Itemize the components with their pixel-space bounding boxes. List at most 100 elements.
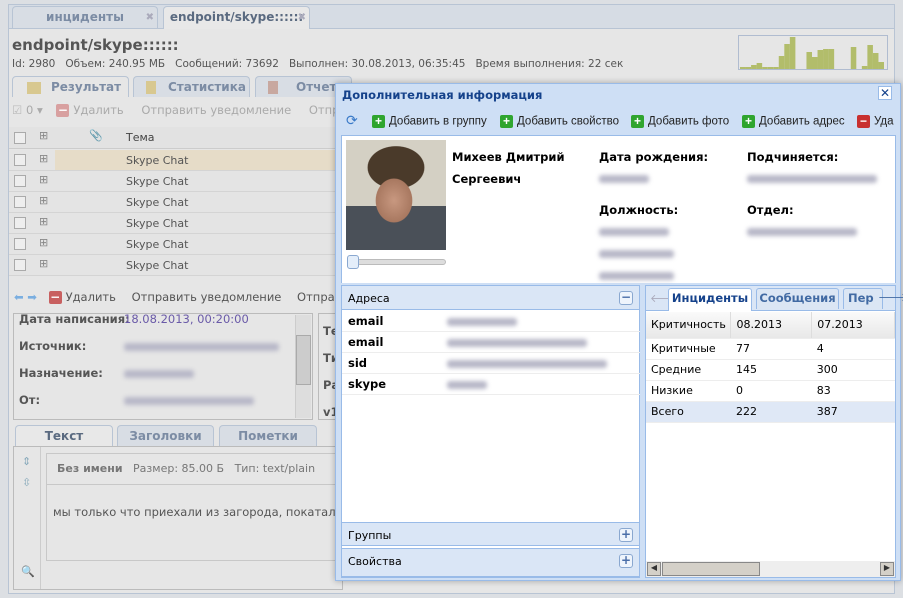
close-icon[interactable]: ✖ [146, 7, 154, 28]
sparkline-bar [817, 50, 824, 69]
properties-panel-header[interactable]: Свойства + [342, 548, 639, 577]
expand-icon[interactable]: ⊞ [39, 173, 48, 186]
add-address-button[interactable]: + Добавить адрес [742, 115, 845, 128]
search-document-icon[interactable]: 🔍 [21, 565, 35, 578]
table-row[interactable]: Всего 222 387 [646, 401, 895, 423]
expand-icon[interactable]: ⊞ [39, 215, 48, 228]
expand-button[interactable]: + [619, 554, 633, 568]
message-details: Дата написания: 18.08.2013, 00:20:00 Ист… [13, 312, 313, 420]
sparkline-bar [773, 67, 779, 69]
row-checkbox[interactable] [14, 196, 26, 208]
notify-button[interactable]: Отправить уведомление [141, 103, 291, 117]
column-header[interactable]: 07.2013 [811, 312, 895, 339]
add-property-button[interactable]: + Добавить свойство [500, 115, 619, 128]
scroll-right-arrow[interactable]: ▶ [880, 562, 894, 576]
grid-header: ⊞ 📎 Тема [9, 127, 335, 149]
table-row[interactable]: ⊞ Skype Chat [9, 171, 335, 192]
tab-messages[interactable]: Сообщения [756, 288, 839, 309]
horizontal-scrollbar[interactable]: ◀ ▶ [646, 561, 895, 577]
table-row[interactable]: ⊞ Skype Chat [9, 150, 335, 171]
address-row[interactable]: email [342, 311, 640, 332]
expand-icon[interactable]: ⊞ [39, 194, 48, 207]
back-arrow-icon[interactable]: ⬅ [14, 290, 24, 304]
close-icon[interactable]: ✖ [298, 7, 306, 28]
tab-statistics[interactable]: Статистика [133, 76, 250, 97]
row-checkbox[interactable] [14, 217, 26, 229]
notify-button[interactable]: Отправить уведомление [132, 290, 282, 304]
add-to-group-button[interactable]: + Добавить в группу [372, 115, 487, 128]
folder-search-icon [27, 81, 41, 94]
tab-endpoint-skype[interactable]: endpoint/skype:::::: ✖ [163, 6, 310, 29]
cell: 0 [730, 380, 812, 402]
delete-button[interactable]: − Удалить [56, 103, 124, 117]
dialog-toolbar: ⟳ + Добавить в группу + Добавить свойство … [341, 111, 896, 133]
add-photo-button[interactable]: + Добавить фото [631, 115, 729, 128]
row-checkbox[interactable] [14, 238, 26, 250]
cell: 145 [730, 359, 812, 381]
table-row[interactable]: Средние 145 300 [646, 359, 895, 381]
expand-icon[interactable]: ⊞ [39, 257, 48, 270]
delete-button[interactable]: − Уда [857, 115, 894, 128]
table-row[interactable]: Критичные 77 4 [646, 338, 895, 360]
tab-headers[interactable]: Заголовки [117, 425, 214, 446]
delete-button[interactable]: − Удалить [48, 290, 116, 304]
forward-arrow-icon[interactable]: ➡ [27, 290, 37, 304]
stats-panel: 🡐 Инциденты Сообщения Пер 🡒 Критичность 0… [645, 285, 903, 578]
cell: 387 [811, 401, 895, 423]
collapse-all-icon[interactable]: ⇳ [22, 476, 40, 489]
subject: Skype Chat [126, 175, 189, 188]
collapse-button[interactable]: − [619, 291, 633, 305]
row-checkbox[interactable] [14, 154, 26, 166]
expand-icon[interactable]: ⊞ [39, 152, 48, 165]
details-scrollbar[interactable] [295, 315, 311, 418]
cell: Всего [646, 401, 731, 423]
job-info: Id: 2980 Объем: 240.95 МБ Сообщений: 736… [12, 58, 624, 70]
select-all-checkbox[interactable] [14, 132, 26, 144]
delete-icon: − [48, 290, 62, 304]
column-header[interactable]: Критичность [646, 312, 732, 339]
tab-result[interactable]: Результат [12, 76, 129, 97]
expand-all-icon[interactable]: ⇕ [22, 455, 40, 468]
column-subject[interactable]: Тема [126, 131, 155, 144]
expand-icon[interactable]: ⊞ [39, 129, 48, 142]
cell: Критичные [646, 338, 731, 360]
refresh-icon[interactable]: ⟳ [346, 112, 358, 129]
table-row[interactable]: ⊞ Skype Chat [9, 255, 335, 276]
subject: Skype Chat [126, 154, 189, 167]
tab-more[interactable]: Пер [843, 288, 883, 309]
expand-button[interactable]: + [619, 528, 633, 542]
stats-table: Критичность 08.2013 07.2013 Критичные 77 4 Ср… [646, 312, 895, 423]
scroll-left-arrow[interactable]: ◀ [647, 562, 661, 576]
sparkline-bar [806, 52, 812, 69]
tab-notes[interactable]: Пометки [219, 425, 317, 446]
table-row[interactable]: ⊞ Skype Chat [9, 234, 335, 255]
address-row[interactable]: email [342, 332, 640, 353]
message-toolbar: ⬅ ➡ − Удалить Отправить уведомление Отпра… [14, 290, 356, 304]
message-text: мы только что приехали из загорода, пока… [53, 505, 357, 519]
manager-link[interactable] [747, 175, 877, 183]
tab-text[interactable]: Текст [15, 425, 113, 446]
table-row[interactable]: ⊞ Skype Chat [9, 192, 335, 213]
tab-incidents[interactable]: Инциденты [668, 288, 752, 311]
attachment-icon: 📎 [89, 129, 103, 142]
select-icon[interactable]: ☑ [12, 103, 22, 117]
scroll-right-icon[interactable]: 🡒 [878, 290, 903, 304]
cell: Низкие [646, 380, 731, 402]
cell: 4 [811, 338, 895, 360]
row-checkbox[interactable] [14, 259, 26, 271]
sparkline-bar [767, 67, 774, 69]
close-button[interactable]: ✕ [878, 86, 892, 100]
cell: 222 [730, 401, 812, 423]
column-header[interactable]: 08.2013 [730, 312, 813, 339]
tab-incidents[interactable]: инциденты ✖ [12, 6, 158, 28]
expand-icon[interactable]: ⊞ [39, 236, 48, 249]
sparkline-bar [778, 56, 785, 69]
row-checkbox[interactable] [14, 175, 26, 187]
photo-slider[interactable] [347, 255, 446, 269]
address-row[interactable]: skype [342, 374, 640, 395]
table-row[interactable]: ⊞ Skype Chat [9, 213, 335, 234]
groups-panel-header[interactable]: Группы + [342, 522, 639, 546]
subject: Skype Chat [126, 238, 189, 251]
table-row[interactable]: Низкие 0 83 [646, 380, 895, 402]
address-row[interactable]: sid [342, 353, 640, 374]
